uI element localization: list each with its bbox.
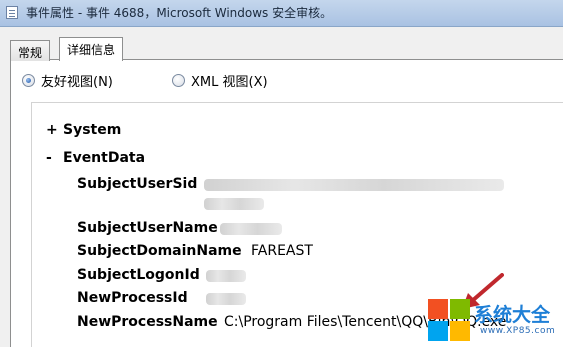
tab-details-label: 详细信息 bbox=[67, 43, 116, 57]
field-value: FAREAST bbox=[251, 243, 313, 259]
expand-toggle[interactable]: + bbox=[46, 122, 63, 138]
tree-node-eventdata[interactable]: - EventData bbox=[46, 150, 145, 166]
redacted-value bbox=[206, 293, 246, 305]
field-name: SubjectUserSid bbox=[77, 176, 198, 192]
xml-view-label: XML 视图(X) bbox=[191, 75, 268, 90]
window-titlebar[interactable]: 事件属性 - 事件 4688，Microsoft Windows 安全审核。 bbox=[0, 0, 563, 27]
friendly-view-option[interactable]: 友好视图(N) bbox=[22, 71, 113, 90]
window-title: 事件属性 - 事件 4688，Microsoft Windows 安全审核。 bbox=[26, 6, 333, 20]
field-name: SubjectUserName bbox=[77, 220, 218, 236]
redacted-value bbox=[220, 223, 282, 235]
site-watermark: 系统大全 www.XP85.com bbox=[428, 297, 563, 347]
field-name: SubjectDomainName bbox=[77, 243, 242, 259]
redacted-value bbox=[204, 179, 504, 191]
collapse-toggle[interactable]: - bbox=[46, 150, 63, 166]
field-name: SubjectLogonId bbox=[77, 267, 200, 283]
watermark-url: www.XP85.com bbox=[480, 326, 556, 336]
watermark-brand: 系统大全 bbox=[474, 304, 551, 326]
tab-details[interactable]: 详细信息 bbox=[59, 37, 124, 61]
redacted-value bbox=[206, 270, 246, 282]
tree-node-eventdata-label: EventData bbox=[63, 150, 146, 166]
xml-view-option[interactable]: XML 视图(X) bbox=[172, 71, 268, 90]
redacted-value bbox=[204, 198, 264, 210]
tree-node-system[interactable]: + System bbox=[46, 122, 121, 138]
friendly-view-radio[interactable] bbox=[22, 74, 35, 87]
tab-strip: 常规 详细信息 bbox=[10, 36, 563, 61]
tab-general-label: 常规 bbox=[18, 46, 43, 60]
friendly-view-label: 友好视图(N) bbox=[41, 75, 113, 90]
windows-logo-icon bbox=[428, 299, 470, 341]
field-name: NewProcessId bbox=[77, 290, 188, 306]
tree-node-system-label: System bbox=[63, 122, 122, 138]
xml-view-radio[interactable] bbox=[172, 74, 185, 87]
event-properties-icon bbox=[6, 6, 18, 19]
field-name: NewProcessName bbox=[77, 314, 218, 330]
tab-general[interactable]: 常规 bbox=[10, 40, 51, 61]
